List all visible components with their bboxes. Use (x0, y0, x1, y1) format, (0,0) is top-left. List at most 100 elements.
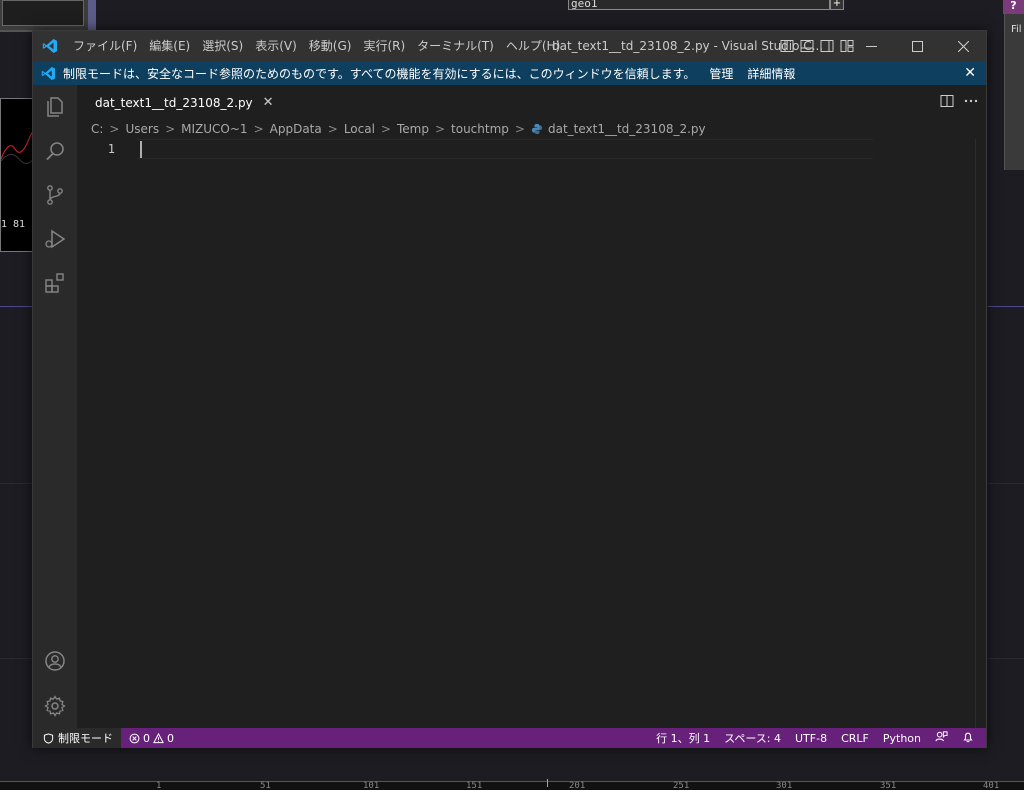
bg-accent-line (988, 306, 1024, 307)
feedback-icon[interactable] (935, 730, 948, 746)
menu-go[interactable]: 移動(G) (303, 31, 358, 61)
close-icon[interactable]: ✕ (964, 61, 976, 85)
chevron-right-icon: > (514, 122, 525, 136)
tab-label: dat_text1__td_23108_2.py (95, 95, 253, 110)
bg-geo-field[interactable]: geo1 (568, 0, 830, 10)
breadcrumb-item[interactable]: Local (344, 122, 375, 136)
bg-ruler-tick: 1 (156, 781, 162, 790)
banner-message: 制限モードは、安全なコード参照のためのものです。すべての機能を有効にするには、こ… (63, 66, 696, 81)
accounts-icon[interactable] (33, 639, 77, 683)
manage-link[interactable]: 管理 (709, 65, 733, 82)
menu-edit[interactable]: 編集(E) (143, 31, 196, 61)
chevron-right-icon: > (327, 122, 338, 136)
error-count: 0 (143, 731, 150, 745)
breadcrumb-item[interactable]: Temp (397, 122, 429, 136)
python-file-icon (531, 124, 542, 134)
maximize-button[interactable] (894, 31, 940, 61)
error-icon (129, 733, 140, 743)
toggle-primary-sidebar-icon[interactable] (777, 31, 797, 61)
breadcrumb-item[interactable]: touchtmp (451, 122, 509, 136)
bg-ruler-tick: 351 (880, 781, 897, 790)
window-controls (848, 31, 986, 61)
editor-area: dat_text1__td_23108_2.py ✕ C: > Users > … (77, 85, 986, 728)
bg-plus-button[interactable]: + (830, 0, 844, 10)
breadcrumb: C: > Users > MIZUCO~1 > AppData > Local … (91, 119, 706, 139)
problems-status[interactable]: 0 0 (121, 732, 174, 745)
layout-controls (777, 31, 857, 61)
bg-ruler-tick: 251 (673, 781, 690, 790)
warning-icon (153, 732, 164, 743)
explorer-icon[interactable] (33, 85, 77, 129)
chevron-right-icon: > (109, 122, 120, 136)
bg-ruler: 1 51 101 151 201 251 301 351 401 (0, 779, 1024, 790)
indentation[interactable]: スペース: 4 (724, 730, 781, 746)
close-button[interactable] (940, 31, 986, 61)
bg-accent-line (0, 306, 32, 307)
text-cursor (140, 141, 142, 158)
bg-ruler-tick: 51 (260, 781, 271, 790)
notifications-bell-icon[interactable] (962, 731, 974, 746)
chevron-right-icon: > (253, 122, 264, 136)
bg-right-panel-label: Fil (1011, 24, 1022, 35)
source-control-icon[interactable] (33, 173, 77, 217)
vertical-scrollbar[interactable] (975, 139, 976, 728)
editor-actions (940, 85, 978, 119)
toggle-secondary-sidebar-icon[interactable] (817, 31, 837, 61)
restricted-mode-banner: 制限モードは、安全なコード参照のためのものです。すべての機能を有効にするには、こ… (33, 61, 986, 85)
breadcrumb-item[interactable]: dat_text1__td_23108_2.py (548, 122, 706, 136)
more-actions-icon[interactable] (964, 93, 978, 112)
extensions-icon[interactable] (33, 261, 77, 305)
breadcrumb-item[interactable]: C: (91, 122, 103, 136)
bg-scrollbar[interactable] (88, 0, 96, 30)
toggle-panel-icon[interactable] (797, 31, 817, 61)
shield-icon (43, 732, 54, 744)
run-debug-icon[interactable] (33, 217, 77, 261)
vscode-logo-icon (33, 31, 67, 61)
line-ending[interactable]: CRLF (841, 732, 869, 745)
warning-count: 0 (167, 731, 174, 745)
breadcrumb-item[interactable]: AppData (270, 122, 322, 136)
bg-ruler-tick: 401 (983, 781, 1000, 790)
settings-gear-icon[interactable] (33, 684, 77, 728)
bg-ruler-tick: 151 (466, 781, 483, 790)
status-right-items: 行 1、列 1 スペース: 4 UTF-8 CRLF Python (656, 728, 974, 748)
bg-plot-curve (1, 131, 35, 164)
menu-bar: ファイル(F) 編集(E) 選択(S) 表示(V) 移動(G) 実行(R) ター… (67, 31, 566, 61)
language-mode[interactable]: Python (883, 732, 921, 745)
minimize-button[interactable] (848, 31, 894, 61)
restricted-mode-status[interactable]: 制限モード (33, 728, 121, 748)
menu-selection[interactable]: 選択(S) (196, 31, 249, 61)
details-link[interactable]: 詳細情報 (747, 65, 795, 82)
current-line-highlight[interactable] (137, 139, 873, 159)
chevron-right-icon: > (434, 122, 446, 136)
cursor-position[interactable]: 行 1、列 1 (656, 730, 710, 746)
encoding[interactable]: UTF-8 (795, 732, 827, 745)
activity-bar (33, 85, 77, 728)
line-number: 1 (107, 142, 115, 156)
bg-ruler-tick: 201 (569, 781, 586, 790)
bg-ruler-tick: 101 (363, 781, 380, 790)
restricted-mode-label: 制限モード (58, 732, 113, 745)
vscode-window: ファイル(F) 編集(E) 選択(S) 表示(V) 移動(G) 実行(R) ター… (32, 30, 987, 748)
menu-view[interactable]: 表示(V) (249, 31, 303, 61)
line-gutter: 1 (77, 139, 127, 159)
chevron-right-icon: > (165, 122, 176, 136)
bg-plot: 1 81 (0, 98, 35, 252)
tab-bar: dat_text1__td_23108_2.py ✕ (77, 85, 986, 119)
bg-ruler-tick: 301 (776, 781, 793, 790)
breadcrumb-item[interactable]: Users (125, 122, 159, 136)
bg-right-panel: Fil (1004, 14, 1024, 170)
tab-close-icon[interactable]: ✕ (263, 95, 274, 110)
bg-ruler-marker[interactable] (547, 779, 548, 787)
bg-help-icon[interactable]: ? (1003, 0, 1024, 14)
menu-run[interactable]: 実行(R) (357, 31, 411, 61)
menu-terminal[interactable]: ターミナル(T) (411, 31, 500, 61)
split-editor-icon[interactable] (940, 93, 954, 112)
status-bar: 制限モード 0 0 行 1、列 1 スペース: 4 UTF-8 CRLF Pyt… (33, 728, 986, 748)
chevron-right-icon: > (380, 122, 391, 136)
bg-window-fragment (0, 0, 96, 32)
editor-tab[interactable]: dat_text1__td_23108_2.py ✕ (77, 85, 274, 119)
search-icon[interactable] (33, 129, 77, 173)
menu-file[interactable]: ファイル(F) (67, 31, 143, 61)
breadcrumb-item[interactable]: MIZUCO~1 (181, 122, 247, 136)
